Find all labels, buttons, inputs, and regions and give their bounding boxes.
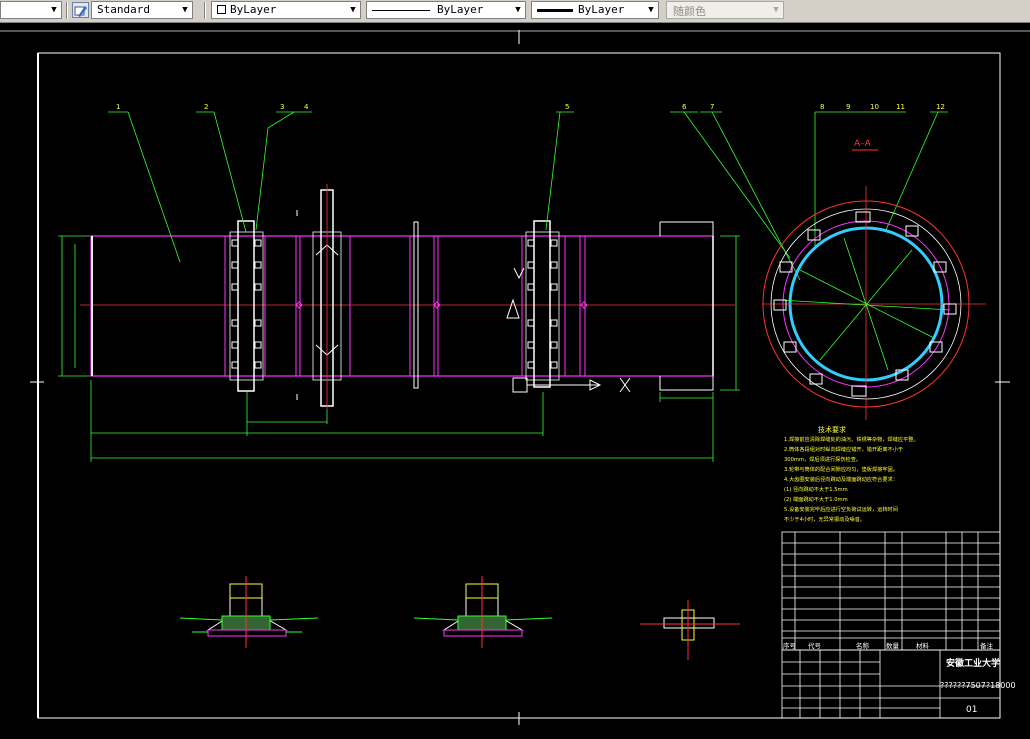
kiln-elevation [58, 111, 948, 462]
lineweight-preview-icon [537, 9, 573, 12]
chevron-down-icon: ▼ [182, 5, 188, 15]
sheet-number: 01 [966, 705, 977, 715]
note-line: 3.轮带与筒体的配合间隙应均匀，垫板焊接牢固。 [784, 465, 898, 473]
note-line: 300mm，焊后须进行探伤检查。 [784, 455, 861, 463]
drawing-number: ??????7507?18000 [940, 681, 1016, 690]
linetype-select[interactable]: ByLayer ▼ [366, 1, 526, 19]
part-number: 9 [846, 103, 850, 111]
part-number: 8 [820, 103, 824, 111]
note-line: (1) 径向跳动不大于1.5mm [784, 485, 848, 493]
kiln-shell [90, 235, 714, 377]
technical-notes: 技术要求 1.焊接前应清除焊缝处的油污、铁锈等杂物，焊缝应平整。 2.筒体各段组… [784, 425, 919, 523]
text-style-value: Standard [97, 3, 150, 16]
detail-view-2 [413, 576, 553, 648]
text-style-select[interactable]: Standard ▼ [91, 1, 193, 19]
column-header: 备注 [980, 641, 994, 650]
chevron-down-icon: ▼ [51, 5, 57, 15]
notes-title: 技术要求 [818, 425, 846, 434]
part-number: 1 [116, 103, 120, 111]
note-line: 1.焊接前应清除焊缝处的油污、铁锈等杂物，焊缝应平整。 [784, 435, 919, 443]
column-header: 序号 [783, 641, 797, 650]
note-line: 2.筒体各段组对时纵向焊缝应错开，错开距离不小于 [784, 445, 903, 453]
detail-view-1 [179, 576, 319, 648]
note-line: 5.设备安装完毕后应进行空负荷试运转，运转时间 [784, 505, 898, 513]
section-view-a-a: A–A [762, 139, 986, 420]
column-header: 数量 [886, 641, 900, 650]
note-line: (2) 端面跳动不大于1.0mm [784, 495, 848, 503]
toolbar-separator [66, 2, 68, 19]
chevron-down-icon: ▼ [773, 5, 779, 15]
column-header: 名称 [856, 641, 870, 650]
section-title: A–A [854, 139, 872, 149]
chevron-down-icon: ▼ [648, 5, 654, 15]
part-number: 5 [565, 103, 569, 111]
university-name: 安徽工业大学 [946, 657, 1000, 669]
toolbar-separator [204, 2, 206, 19]
part-number: 7 [710, 103, 714, 111]
column-header: 材料 [916, 641, 930, 650]
part-number: 6 [682, 103, 687, 111]
properties-toolbar: ▼ Standard ▼ ByLayer ▼ ByLayer ▼ ByLayer… [0, 0, 1030, 23]
chevron-down-icon: ▼ [515, 5, 521, 15]
lineweight-value: ByLayer [578, 3, 625, 16]
part-number: 11 [896, 103, 905, 111]
note-line: 不少于4小时，无异常振动及噪音。 [784, 515, 865, 523]
parts-list [781, 531, 1001, 651]
leader-lines [108, 111, 948, 281]
detail-view-3 [640, 600, 740, 660]
drawing-canvas[interactable]: A–A 1 2 3 4 5 6 7 8 9 10 11 12 技术要求 1.焊接… [0, 22, 1030, 735]
part-number: 4 [304, 103, 309, 111]
column-header: 代号 [808, 641, 822, 650]
part-number: 2 [204, 103, 208, 111]
layer-color-select[interactable]: ByLayer ▼ [211, 1, 361, 19]
part-number: 12 [936, 103, 945, 111]
note-line: 4.大齿圈安装后径向跳动及端面跳动应符合要求： [784, 475, 898, 483]
previous-dropdown[interactable]: ▼ [0, 1, 62, 19]
part-numbers: 1 2 3 4 5 6 7 8 9 10 11 12 [116, 103, 945, 111]
tyre-2 [525, 220, 560, 388]
chevron-down-icon: ▼ [350, 5, 356, 15]
linetype-value: ByLayer [437, 3, 484, 16]
layer-color-value: ByLayer [230, 3, 277, 16]
part-number: 3 [280, 103, 284, 111]
color-swatch-icon [217, 5, 226, 14]
part-number: 10 [870, 103, 879, 111]
text-style-icon[interactable] [72, 2, 89, 18]
plot-style-select[interactable]: 随颜色 ▼ [666, 1, 784, 19]
lineweight-select[interactable]: ByLayer ▼ [531, 1, 659, 19]
plot-style-value: 随颜色 [673, 5, 706, 18]
linetype-preview-icon [372, 10, 430, 11]
tyre-1 [229, 220, 264, 392]
